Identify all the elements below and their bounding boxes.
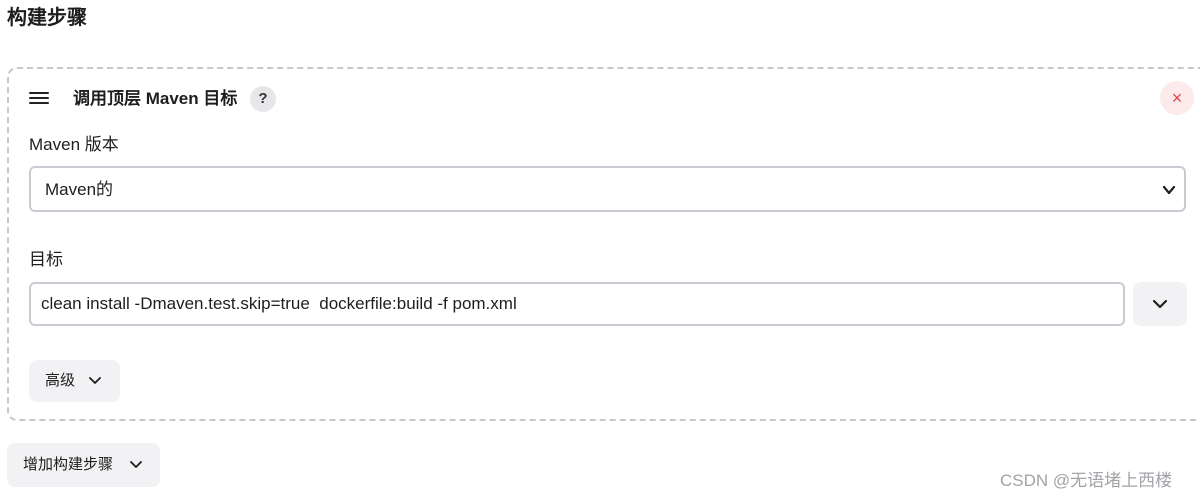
chevron-down-icon [130,461,142,468]
add-build-step-button[interactable]: 增加构建步骤 [7,443,160,487]
advanced-button[interactable]: 高级 [29,360,120,402]
watermark: CSDN @无语堵上西楼 [1000,471,1173,490]
chevron-down-icon [89,377,101,384]
add-build-step-label: 增加构建步骤 [23,456,114,473]
drag-handle-icon[interactable] [29,90,51,106]
build-step-card: 调用顶层 Maven 目标 ? × Maven 版本 Maven的 目标 高级 [7,67,1200,421]
advanced-label: 高级 [45,372,76,389]
help-icon[interactable]: ? [250,86,276,112]
goals-label: 目标 [29,250,63,269]
chevron-down-icon [1152,299,1168,309]
close-step-button[interactable]: × [1160,81,1194,115]
maven-version-value: Maven的 [45,180,114,199]
close-icon: × [1171,88,1183,108]
maven-version-select[interactable]: Maven的 [29,166,1186,212]
step-title: 调用顶层 Maven 目标 [73,89,238,108]
expand-goals-button[interactable] [1133,282,1187,326]
section-title: 构建步骤 [7,7,87,29]
goals-input[interactable] [29,282,1125,326]
chevron-down-icon [1162,185,1176,195]
maven-version-label: Maven 版本 [29,135,119,154]
